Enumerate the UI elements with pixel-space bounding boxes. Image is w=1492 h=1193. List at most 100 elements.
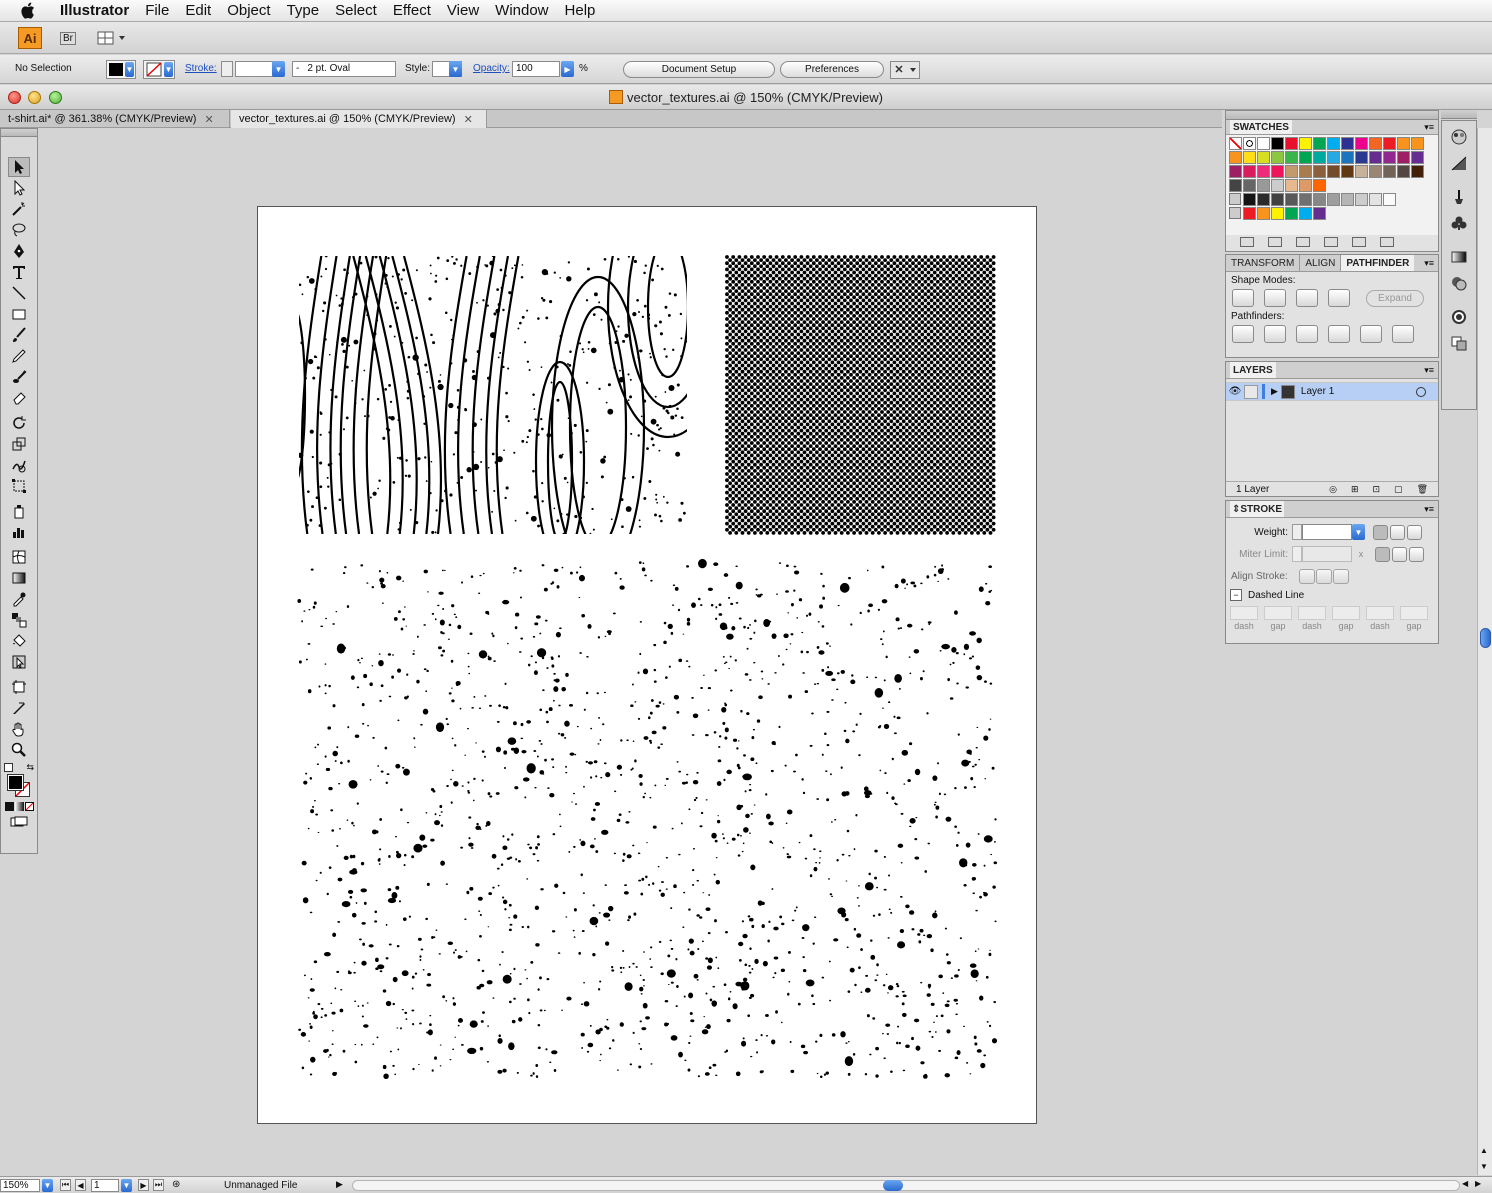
artboard-tool[interactable] (8, 677, 30, 697)
direct-selection-tool[interactable] (8, 178, 30, 198)
line-segment-tool[interactable] (8, 283, 30, 303)
swatch[interactable] (1397, 137, 1410, 150)
vertical-scrollbar[interactable]: ▲ ▼ (1477, 128, 1492, 1175)
miter-join-button[interactable] (1375, 546, 1390, 562)
close-tab-icon[interactable]: ✕ (204, 113, 213, 126)
transparency-icon[interactable] (1448, 273, 1470, 293)
new-swatch-icon[interactable] (1352, 237, 1366, 247)
zoom-dropdown[interactable]: ▼ (42, 1179, 53, 1192)
brushes-icon[interactable] (1448, 187, 1470, 207)
none-mode-icon[interactable] (24, 802, 34, 811)
appearance-icon[interactable] (1448, 307, 1470, 327)
swatch[interactable] (1383, 193, 1396, 206)
stroke-color-dropdown[interactable]: ▼ (143, 60, 175, 79)
menu-window[interactable]: Window (487, 2, 556, 19)
menu-edit[interactable]: Edit (177, 2, 219, 19)
swatch[interactable] (1257, 207, 1270, 220)
selection-tool[interactable] (8, 157, 30, 177)
gradient-tool[interactable] (8, 568, 30, 588)
live-paint-selection-tool[interactable] (8, 652, 30, 672)
fill-stroke-indicator[interactable] (5, 774, 33, 798)
swatch[interactable] (1243, 151, 1256, 164)
screen-mode-button[interactable] (8, 815, 30, 829)
swatch[interactable] (1299, 179, 1312, 192)
gradient-panel-icon[interactable] (1448, 247, 1470, 267)
menu-view[interactable]: View (439, 2, 487, 19)
live-paint-bucket-tool[interactable] (8, 631, 30, 651)
swatch[interactable] (1271, 179, 1284, 192)
menu-type[interactable]: Type (279, 2, 328, 19)
tab-pathfinder[interactable]: PATHFINDER (1340, 255, 1415, 271)
expand-triangle-icon[interactable]: ▶ (1271, 386, 1278, 397)
swatch[interactable] (1271, 151, 1284, 164)
pen-tool[interactable] (8, 241, 30, 261)
weight-stepper[interactable] (1292, 524, 1302, 540)
dash-field-3[interactable] (1366, 606, 1394, 620)
horizontal-scrollbar[interactable] (352, 1180, 1460, 1191)
tab-tshirt[interactable]: t-shirt.ai* @ 361.38% (CMYK/Preview) ✕ (0, 110, 230, 128)
tab-vector-textures[interactable]: vector_textures.ai @ 150% (CMYK/Preview)… (231, 110, 487, 128)
swatch[interactable] (1369, 165, 1382, 178)
swatch[interactable] (1243, 165, 1256, 178)
ai-logo[interactable]: Ai (18, 27, 42, 49)
projecting-cap-button[interactable] (1407, 524, 1422, 540)
swatch-libraries-icon[interactable] (1240, 237, 1254, 247)
butt-cap-button[interactable] (1373, 524, 1388, 540)
gap-field-1[interactable] (1264, 606, 1292, 620)
exclude-button[interactable] (1328, 289, 1350, 307)
swatch[interactable] (1285, 165, 1298, 178)
swatch[interactable] (1285, 207, 1298, 220)
divide-button[interactable] (1232, 325, 1254, 343)
layer-name[interactable]: Layer 1 (1301, 386, 1416, 397)
crop-button[interactable] (1328, 325, 1350, 343)
target-icon[interactable] (1416, 386, 1426, 397)
color-icon[interactable] (1448, 153, 1470, 173)
preferences-button[interactable]: Preferences (780, 61, 884, 78)
gap-field-3[interactable] (1400, 606, 1428, 620)
apple-menu-icon[interactable] (16, 0, 38, 22)
swatch[interactable] (1229, 151, 1242, 164)
opacity-dropdown[interactable]: ▶ (561, 61, 574, 77)
new-sublayer-icon[interactable]: ⊡ (1373, 484, 1381, 495)
minus-front-button[interactable] (1264, 289, 1286, 307)
menu-effect[interactable]: Effect (385, 2, 439, 19)
eyedropper-tool[interactable] (8, 589, 30, 609)
swatch[interactable] (1313, 165, 1326, 178)
expand-button[interactable]: Expand (1366, 289, 1424, 307)
bevel-join-button[interactable] (1409, 546, 1424, 562)
swatch[interactable] (1397, 151, 1410, 164)
swatch[interactable] (1285, 193, 1298, 206)
dashed-line-checkbox[interactable]: − (1230, 589, 1242, 601)
scroll-left-arrow[interactable]: ◀ (1462, 1179, 1468, 1188)
stroke-link[interactable]: Stroke: (185, 63, 217, 74)
artboard-number-field[interactable]: 1 (91, 1179, 119, 1192)
toolbox-grip[interactable] (1, 129, 37, 137)
column-graph-tool[interactable] (8, 522, 30, 542)
first-artboard-button[interactable]: ⏮ (60, 1179, 71, 1191)
zoom-tool[interactable] (8, 740, 30, 760)
clipping-mask-icon[interactable]: ⊞ (1351, 484, 1359, 495)
swatch[interactable] (1285, 179, 1298, 192)
control-options-button[interactable] (890, 61, 920, 79)
swatch[interactable] (1369, 193, 1382, 206)
swatch[interactable] (1229, 179, 1242, 192)
panel-grip[interactable] (1226, 111, 1438, 120)
swatch[interactable] (1383, 165, 1396, 178)
miter-field[interactable] (1302, 546, 1352, 562)
locate-object-icon[interactable]: ◎ (1329, 484, 1337, 495)
weight-field[interactable] (1302, 524, 1352, 540)
swatch[interactable] (1257, 165, 1270, 178)
weight-dropdown[interactable]: ▼ (1352, 524, 1365, 540)
color-group-folder-icon[interactable] (1229, 193, 1241, 205)
swatch[interactable] (1341, 137, 1354, 150)
swatch[interactable] (1355, 165, 1368, 178)
swatch[interactable] (1299, 207, 1312, 220)
color-guide-icon[interactable] (1448, 127, 1470, 147)
gap-field-2[interactable] (1332, 606, 1360, 620)
menu-help[interactable]: Help (557, 2, 604, 19)
intersect-button[interactable] (1296, 289, 1318, 307)
align-inside-button[interactable] (1316, 568, 1332, 584)
horizontal-scroll-thumb[interactable] (883, 1180, 903, 1191)
outline-button[interactable] (1360, 325, 1382, 343)
swatch[interactable] (1285, 137, 1298, 150)
